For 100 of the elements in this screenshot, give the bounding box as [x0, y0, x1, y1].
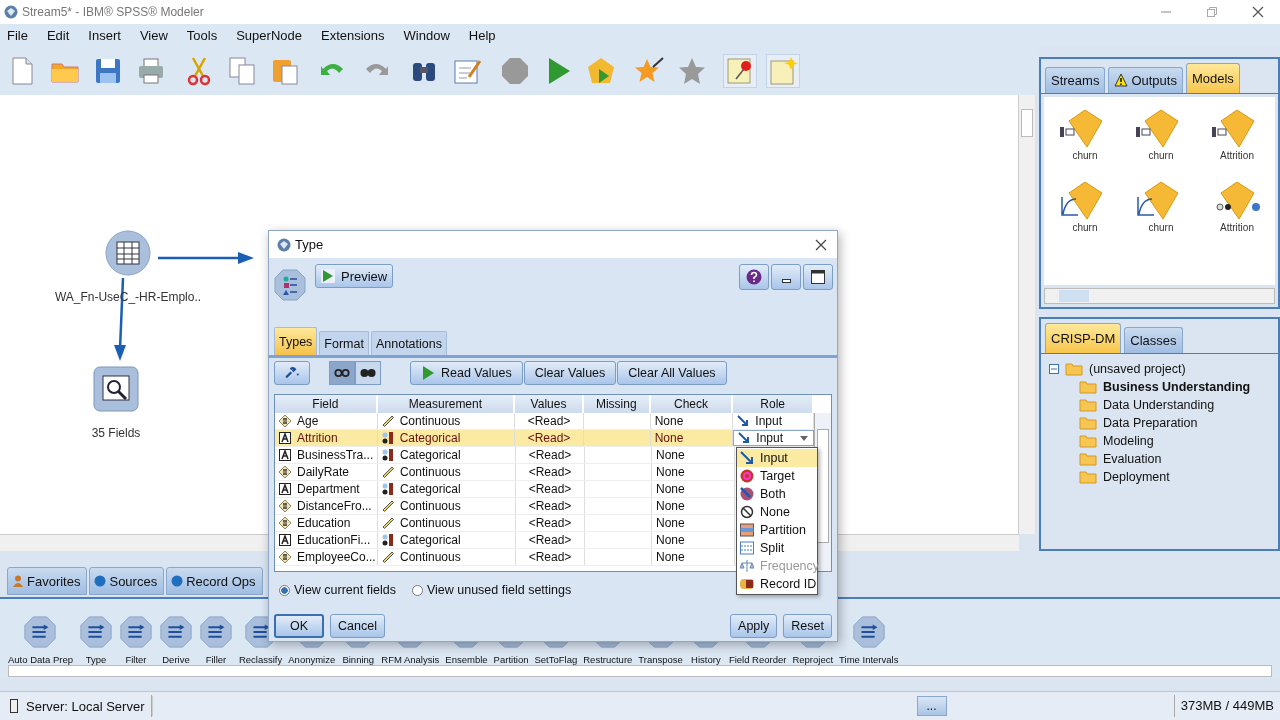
column-header[interactable]: Role [733, 395, 815, 413]
model-label: churn [1148, 149, 1174, 161]
field-name: BusinessTra... [297, 448, 374, 462]
menu-option[interactable]: Record ID [737, 575, 817, 593]
table-cell[interactable]: BusinessTra... [275, 447, 378, 463]
menu-item[interactable]: Window [398, 25, 455, 45]
panel-tab[interactable]: Classes [1124, 326, 1183, 353]
table-cell: <Read> [515, 413, 584, 429]
menu-item[interactable]: Edit [41, 25, 75, 45]
menu-item[interactable]: SuperNode [231, 25, 307, 45]
table-cell[interactable]: Attrition [275, 430, 378, 446]
table-cell: None [652, 532, 735, 548]
table-cell: <Read> [516, 498, 585, 514]
palette-tab[interactable]: Record Ops [166, 567, 263, 596]
table-cell[interactable]: DistanceFro... [275, 498, 378, 514]
node-label: Reproject [792, 654, 834, 666]
column-header[interactable]: Missing [583, 395, 651, 413]
node-label: Filler [205, 654, 227, 666]
dialog-tab[interactable]: Annotations [370, 331, 447, 355]
menu-option[interactable]: Split [737, 539, 817, 557]
field-name: EducationFi... [297, 533, 371, 547]
table-cell[interactable]: DailyRate [275, 464, 378, 480]
node-label: Time Intervals [839, 654, 899, 666]
node-label: 35 Fields [91, 425, 141, 440]
panel-tab[interactable]: Streams [1045, 66, 1106, 93]
panel-tab[interactable]: Outputs [1108, 66, 1183, 93]
model-label: Attrition [1220, 149, 1254, 161]
tree-item[interactable]: Deployment [1103, 469, 1170, 484]
status-button[interactable]: ... [916, 696, 947, 716]
menu-option[interactable]: Input [737, 449, 817, 467]
menu-option[interactable]: Partition [737, 521, 817, 539]
palette-tab[interactable]: Favorites [7, 567, 88, 596]
menu-item[interactable]: Help [463, 25, 501, 45]
menu-item[interactable]: Extensions [315, 25, 390, 45]
table-cell: None [652, 515, 735, 531]
model-label: churn [1072, 221, 1098, 233]
column-header[interactable]: Check [650, 395, 734, 413]
menu-option[interactable]: Target [737, 467, 817, 485]
tree-item[interactable]: Evaluation [1103, 451, 1162, 466]
tree-item[interactable]: (unsaved project) [1089, 361, 1186, 376]
measurement-value: Continuous [400, 465, 461, 479]
tree-item[interactable]: Modeling [1103, 433, 1154, 448]
panel-tab[interactable]: CRISP-DM [1045, 322, 1122, 353]
model-label: Attrition [1220, 221, 1254, 233]
menu-option[interactable]: Both [737, 485, 817, 503]
field-name: Education [297, 516, 351, 530]
table-cell[interactable]: Department [275, 481, 378, 497]
action-button[interactable]: Clear All Values [617, 361, 727, 385]
role-dropdown[interactable]: Input [733, 430, 815, 446]
measurement-value: Categorical [400, 482, 461, 496]
action-button[interactable]: Read Values [410, 361, 523, 385]
node-label: Ensemble [445, 654, 488, 666]
dialog-button[interactable]: OK [274, 614, 325, 638]
dialog-button[interactable]: Apply [730, 614, 778, 638]
column-header[interactable]: Measurement [377, 395, 516, 413]
table-cell: None [652, 447, 735, 463]
node-label: Partition [493, 654, 529, 666]
table-cell: None [652, 481, 735, 497]
dialog-button[interactable]: Reset [783, 614, 832, 638]
dialog-button[interactable]: Cancel [330, 614, 385, 638]
dialog-tab[interactable]: Types [274, 327, 318, 355]
field-name: Department [297, 482, 360, 496]
table-cell: <Read> [516, 447, 585, 463]
node-label: Auto Data Prep [8, 654, 73, 666]
field-name: Attrition [297, 431, 338, 445]
table-cell[interactable]: EmployeeCo... [275, 549, 378, 565]
server-status: Server: Local Server [0, 695, 152, 717]
panel-tab[interactable]: Models [1185, 62, 1240, 93]
node-label: RFM Analysis [381, 654, 440, 666]
dialog-tab[interactable]: Format [319, 331, 369, 355]
action-button[interactable]: Clear Values [523, 361, 617, 385]
node-label: Reclassify [238, 654, 283, 666]
menu-item[interactable]: Tools [181, 25, 223, 45]
menu-item[interactable]: File [2, 25, 33, 45]
menu-item[interactable]: Insert [83, 25, 126, 45]
palette-tab[interactable]: Sources [89, 567, 165, 596]
field-name: Age [297, 414, 319, 428]
table-cell: <Read> [516, 481, 585, 497]
tree-item[interactable]: Data Preparation [1103, 415, 1198, 430]
node-label: Transpose [638, 654, 683, 666]
menu-option[interactable]: None [737, 503, 817, 521]
measurement-value: Continuous [400, 499, 461, 513]
table-cell[interactable]: Education [275, 515, 378, 531]
table-cell: <Read> [515, 430, 584, 446]
tree-item[interactable]: Data Understanding [1103, 397, 1215, 412]
table-cell[interactable]: EducationFi... [275, 532, 378, 548]
tree-item[interactable]: Business Understanding [1103, 379, 1251, 394]
column-header[interactable]: Field [275, 395, 378, 413]
table-cell: None [650, 413, 734, 429]
measurement-value: Continuous [400, 550, 461, 564]
table-cell: None [652, 549, 735, 565]
role-value: Input [755, 414, 783, 428]
field-name: DailyRate [297, 465, 350, 479]
table-cell[interactable]: Age [275, 413, 378, 429]
measurement-value: Categorical [399, 431, 461, 445]
field-name: EmployeeCo... [297, 550, 376, 564]
preview-button[interactable]: Preview [315, 264, 394, 288]
table-cell: None [652, 464, 735, 480]
column-header[interactable]: Values [515, 395, 584, 413]
menu-item[interactable]: View [134, 25, 173, 45]
